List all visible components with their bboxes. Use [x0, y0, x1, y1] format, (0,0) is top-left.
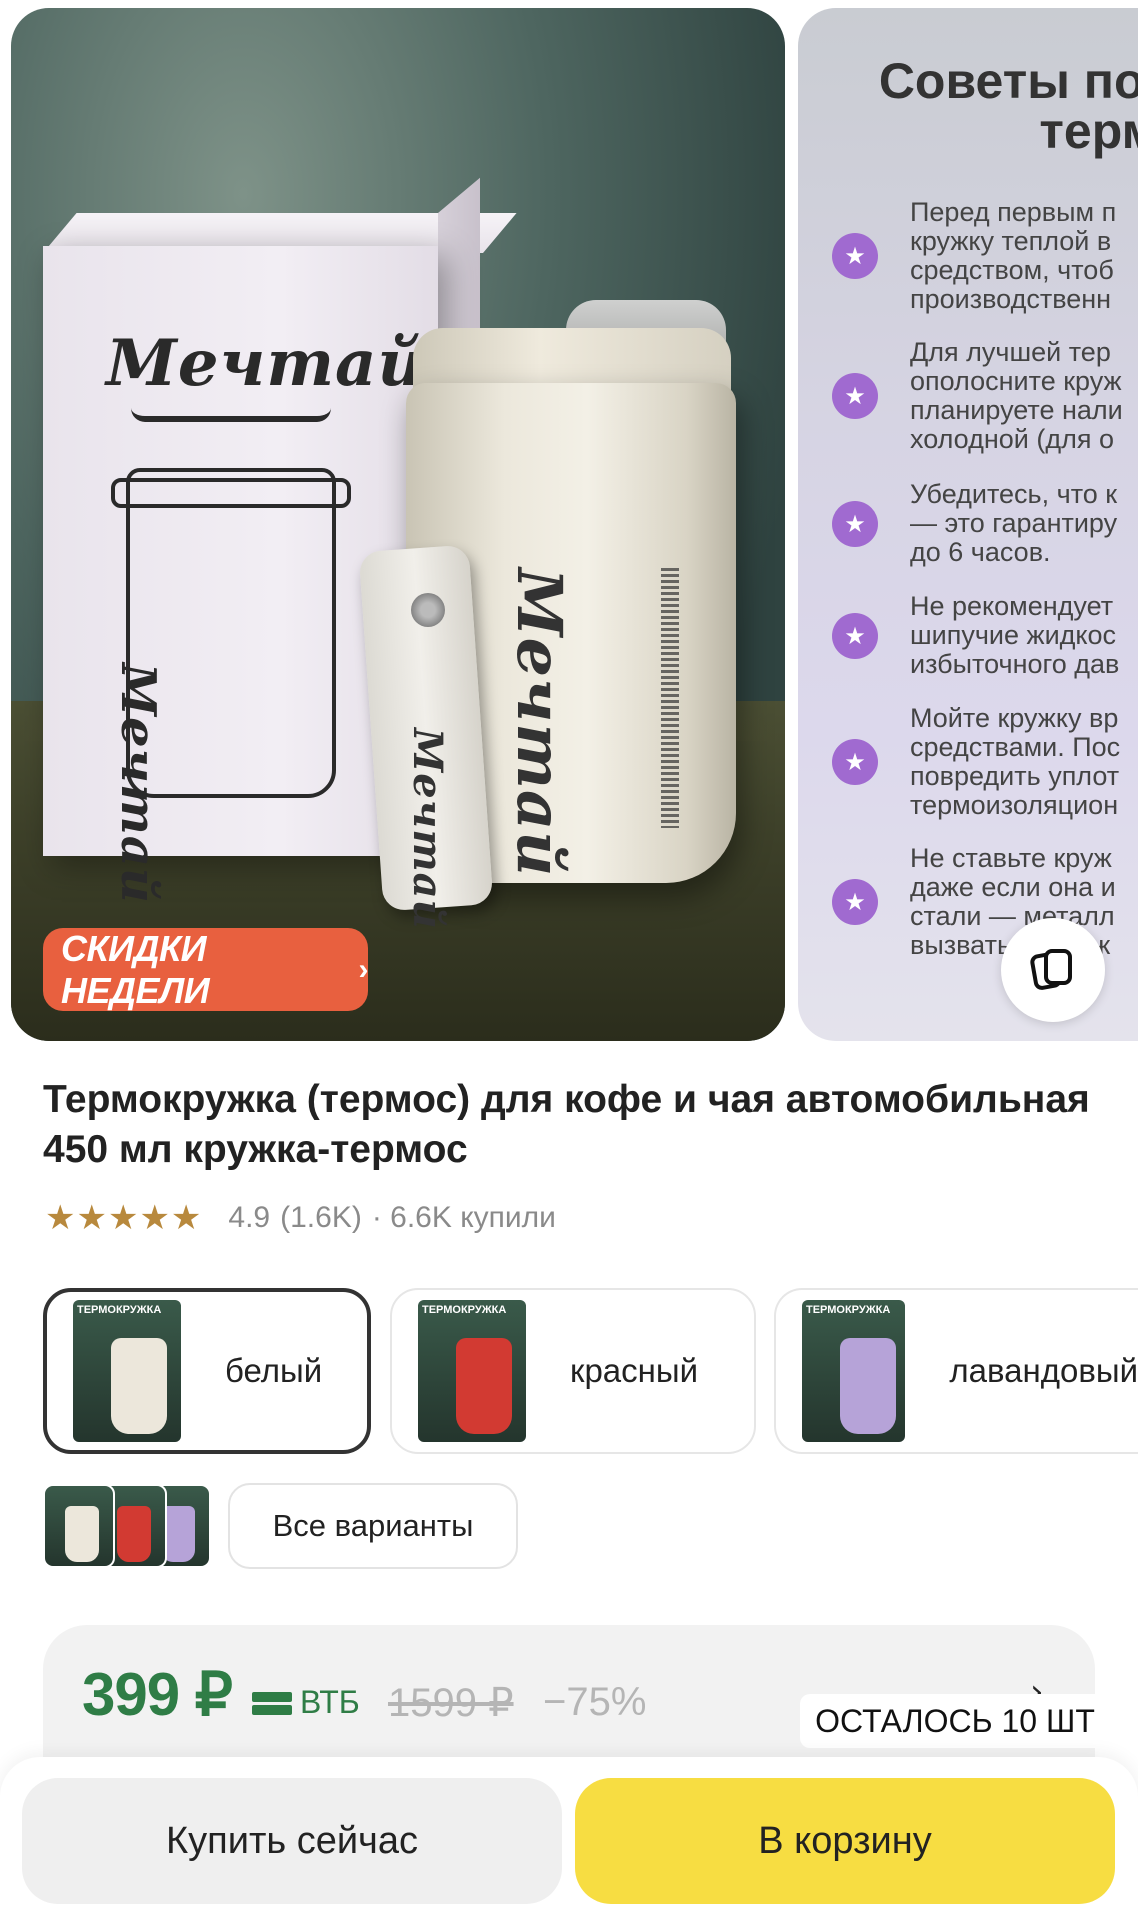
copy-icon	[1030, 949, 1072, 990]
tips-title-line2: терм	[1039, 103, 1138, 159]
star-icon: ★	[832, 500, 878, 547]
tip-item: ★ Мойте кружку вр средствами. Пос повред…	[832, 704, 1138, 820]
variant-thumbnail: ТЕРМОКРУЖКА	[73, 1300, 181, 1442]
tips-photo[interactable]: Советы по и терм ★ Перед первым п кружку…	[798, 8, 1138, 1041]
strap-brand: Мечтай	[404, 728, 451, 930]
tip-text: Мойте кружку вр средствами. Пос повредит…	[910, 704, 1121, 820]
thumb-label: ТЕРМОКРУЖКА	[77, 1304, 162, 1316]
variant-thumbnail: ТЕРМОКРУЖКА	[418, 1300, 526, 1442]
product-title: Термокружка (термос) для кофе и чая авто…	[43, 1078, 1090, 1171]
variant-name: красный	[570, 1352, 699, 1389]
stock-badge: ОСТАЛОСЬ 10 ШТ	[800, 1694, 1110, 1748]
variant-red[interactable]: ТЕРМОКРУЖКА красный	[390, 1288, 756, 1454]
cup-barcode	[661, 568, 679, 828]
box-cup-brand: Мечтай	[110, 663, 166, 904]
star-icon: ★	[832, 373, 878, 419]
thumb-label: ТЕРМОКРУЖКА	[806, 1304, 891, 1316]
tip-text: Не рекомендует шипучие жидкос избыточног…	[910, 592, 1120, 679]
variant-name: лавандовый	[949, 1352, 1138, 1389]
copy-button[interactable]	[1001, 918, 1105, 1022]
thumb-mug	[840, 1338, 896, 1434]
buy-now-button[interactable]: Купить сейчас	[22, 1778, 562, 1904]
star-icon: ★	[832, 612, 878, 659]
variants-preview-stack[interactable]	[43, 1484, 211, 1568]
variant-lavender[interactable]: ТЕРМОКРУЖКА лавандовый	[774, 1288, 1138, 1454]
discount-percent: −75%	[543, 1680, 647, 1724]
box-brand-logo: Мечтай	[106, 326, 426, 401]
all-variants-button[interactable]: Все варианты	[228, 1483, 518, 1569]
variant-white[interactable]: ТЕРМОКРУЖКА белый	[43, 1288, 371, 1454]
tip-item: ★ Убедитесь, что к — это гарантиру до 6 …	[832, 480, 1138, 567]
add-to-cart-button[interactable]: В корзину	[575, 1778, 1115, 1904]
rating-row[interactable]: ★★★★★ 4.9 (1.6K) · 6.6K купили	[45, 1198, 556, 1238]
current-price: 399 ₽	[82, 1661, 233, 1728]
variant-thumbnail: ТЕРМОКРУЖКА	[802, 1300, 906, 1442]
bank-label: ВТБ	[300, 1684, 360, 1720]
tip-text: Убедитесь, что к — это гарантиру до 6 ча…	[910, 480, 1118, 567]
thumb-mug	[456, 1338, 512, 1434]
weekly-discounts-label: СКИДКИ НЕДЕЛИ	[61, 927, 210, 1011]
tip-text: Для лучшей тер ополосните круж планирует…	[910, 338, 1123, 454]
rating-stars: ★★★★★	[45, 1199, 203, 1237]
reviews-count: (1.6K)	[280, 1201, 362, 1234]
product-gallery[interactable]: Мечтай Мечтай Мечтай Мечтай СКИДКИ НЕДЕЛ…	[0, 0, 1138, 1045]
tips-title-line1: Советы по и	[878, 53, 1138, 109]
rating-value: 4.9	[228, 1201, 271, 1234]
strap-snap	[411, 593, 445, 627]
tips-title: Советы по и терм	[824, 56, 1138, 156]
star-icon: ★	[832, 739, 878, 785]
thumb-label: ТЕРМОКРУЖКА	[422, 1304, 507, 1316]
star-icon: ★	[832, 233, 878, 279]
bank-card-icon	[252, 1690, 292, 1716]
mini-thumb-white	[43, 1484, 115, 1568]
variant-name: белый	[225, 1352, 323, 1389]
chevron-right-icon: ›	[358, 952, 369, 986]
cup-brand-logo: Мечтай	[503, 568, 576, 878]
weekly-discounts-badge[interactable]: СКИДКИ НЕДЕЛИ ›	[43, 928, 368, 1011]
tip-text: Перед первым п кружку теплой в средством…	[910, 198, 1117, 314]
tip-item: ★ Перед первым п кружку теплой в средств…	[832, 198, 1138, 314]
tip-item: ★ Для лучшей тер ополосните круж планиру…	[832, 338, 1138, 454]
product-photo[interactable]: Мечтай Мечтай Мечтай Мечтай	[11, 8, 785, 1041]
bought-count: · 6.6K купили	[371, 1201, 556, 1234]
tip-item: ★ Не рекомендует шипучие жидкос избыточн…	[832, 592, 1138, 679]
star-icon: ★	[832, 879, 878, 925]
box-brand-underline	[131, 408, 331, 422]
thumb-mug	[111, 1338, 167, 1434]
old-price: 1599 ₽	[388, 1681, 514, 1725]
